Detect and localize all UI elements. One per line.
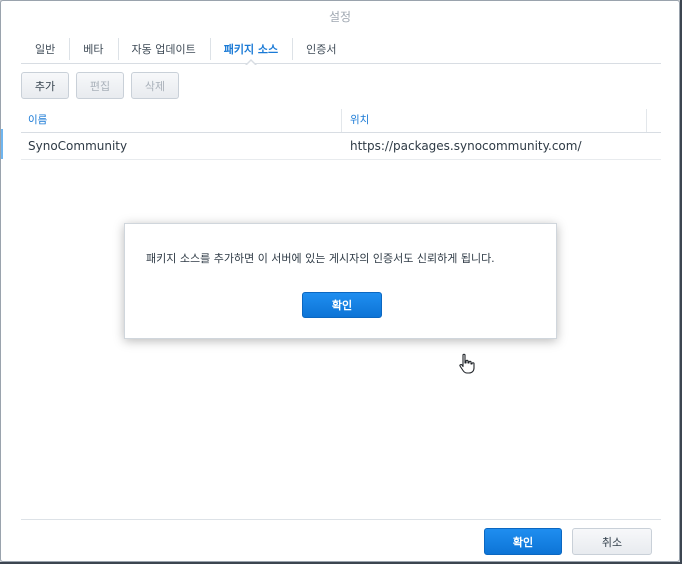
toolbar: 추가 편집 삭제 xyxy=(21,72,179,99)
table-header: 이름 위치 xyxy=(21,109,661,133)
edit-button[interactable]: 편집 xyxy=(76,72,124,99)
confirmation-dialog: 패키지 소스를 추가하면 이 서버에 있는 게시자의 인증서도 신뢰하게 됩니다… xyxy=(124,223,557,339)
tab-package-sources[interactable]: 패키지 소스 xyxy=(209,34,292,66)
row-location-cell: https://packages.synocommunity.com/ xyxy=(350,139,582,153)
cancel-button[interactable]: 취소 xyxy=(572,528,652,555)
dialog-ok-button[interactable]: 확인 xyxy=(302,292,382,318)
column-header-location[interactable]: 위치 xyxy=(341,109,646,132)
add-button[interactable]: 추가 xyxy=(21,72,69,99)
footer-divider xyxy=(21,519,661,520)
tab-certificate[interactable]: 인증서 xyxy=(292,34,350,64)
tab-package-sources-label: 패키지 소스 xyxy=(223,42,279,56)
tab-bar: 일반 베타 자동 업데이트 패키지 소스 인증서 xyxy=(21,34,661,66)
table-row[interactable]: SynoCommunity https://packages.synocommu… xyxy=(21,133,661,160)
hand-pointer-icon xyxy=(459,353,475,374)
tab-general[interactable]: 일반 xyxy=(21,34,69,64)
tab-beta[interactable]: 베타 xyxy=(69,34,117,64)
settings-window: 설정 일반 베타 자동 업데이트 패키지 소스 인증서 추가 편집 삭제 이름 … xyxy=(0,0,680,562)
package-source-table: 이름 위치 SynoCommunity https://packages.syn… xyxy=(21,109,661,160)
dialog-message: 패키지 소스를 추가하면 이 서버에 있는 게시자의 인증서도 신뢰하게 됩니다… xyxy=(146,252,495,265)
active-tab-indicator xyxy=(245,60,256,66)
ok-button[interactable]: 확인 xyxy=(484,528,562,555)
row-name-cell: SynoCommunity xyxy=(28,139,128,153)
tab-auto-update[interactable]: 자동 업데이트 xyxy=(117,34,210,64)
delete-button[interactable]: 삭제 xyxy=(131,72,179,99)
column-header-name[interactable]: 이름 xyxy=(21,109,341,132)
column-header-spacer xyxy=(646,109,661,132)
window-title: 설정 xyxy=(328,10,352,24)
left-edge-accent xyxy=(1,129,3,159)
